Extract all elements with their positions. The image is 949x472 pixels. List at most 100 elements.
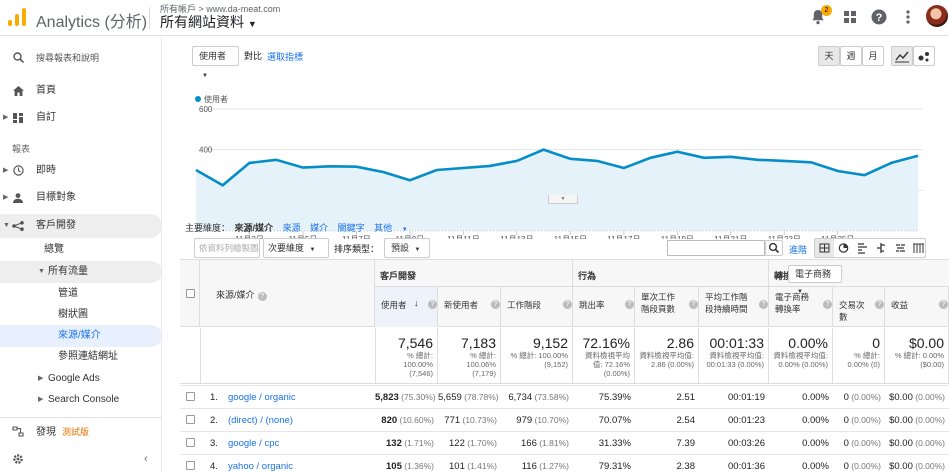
help-icon: ? (491, 300, 500, 309)
row-source-link[interactable]: google / cpc (228, 438, 279, 449)
table-row: 3. google / cpc 132 (1.71%) 122 (1.70%) 166 … (180, 431, 949, 454)
advanced-filter-link[interactable]: 進階 (789, 243, 807, 256)
row-checkbox[interactable] (186, 415, 195, 424)
pie-view-icon[interactable] (834, 239, 853, 257)
metric-header-cell[interactable]: 收益? (885, 287, 949, 327)
metric-percent: (78.78%) (461, 392, 499, 402)
metric-value: 2.54 (676, 415, 696, 426)
select-all-checkbox[interactable] (186, 289, 195, 298)
group-behavior (573, 259, 769, 287)
sidebar-item-google-ads[interactable]: ▶ Google Ads (0, 368, 162, 390)
sidebar-item-label: 所有流量 (48, 266, 88, 277)
metric-header-cell[interactable]: 交易次數? (833, 287, 885, 327)
legend-label: 使用者 (204, 94, 228, 104)
row-checkbox[interactable] (186, 461, 195, 470)
motion-chart-button[interactable] (913, 46, 935, 66)
help-icon: ? (759, 300, 768, 309)
metric-cell: $0.00 (0.00%) (885, 392, 945, 403)
metric-header-cell[interactable]: 工作階段? (501, 287, 573, 327)
table-search-input[interactable] (667, 240, 765, 256)
metric-header-cell[interactable]: 電子商務轉換率? (769, 287, 833, 327)
metric-header-cell[interactable]: 新使用者? (438, 287, 501, 327)
help-icon[interactable]: ? (869, 7, 889, 27)
gear-icon[interactable] (11, 448, 25, 472)
row-source-link[interactable]: google / organic (228, 392, 296, 403)
pivot-view-icon[interactable] (910, 239, 927, 257)
sidebar-item-custom[interactable]: ▶ 自訂 (0, 107, 162, 129)
sidebar-item-audience[interactable]: ▶ 目標對象 (0, 187, 162, 209)
dim-option-medium[interactable]: 媒介 (310, 223, 328, 233)
group-behavior-label: 行為 (578, 271, 597, 281)
metric-cell: 0.00% (769, 438, 829, 449)
total-value: $0.00 (908, 335, 944, 351)
more-vert-icon[interactable] (898, 7, 918, 27)
metric-select[interactable]: 使用者 ▼ (192, 46, 239, 79)
sidebar-item-treemaps[interactable]: 樹狀圖 (0, 304, 162, 326)
reports-section-label: 報表 (12, 144, 31, 154)
sidebar-item-referrals[interactable]: 參照連結網址 (0, 346, 162, 368)
sidebar-item-source-medium[interactable]: 來源/媒介 (0, 325, 162, 347)
apps-grid-icon[interactable] (840, 7, 860, 27)
row-checkbox[interactable] (186, 438, 195, 447)
chart-layer: 60040020011月3日11月5日11月7日11月9日11月11日11月13… (195, 94, 923, 239)
row-source-link[interactable]: yahoo / organic (228, 461, 293, 472)
sidebar-item-discover[interactable]: 發現 測試版 (0, 421, 162, 443)
select-metric-link[interactable]: 選取指標 (267, 50, 303, 63)
table-search-button[interactable] (765, 240, 783, 256)
dim-option-source[interactable]: 來源 (283, 223, 301, 233)
sidebar-search[interactable]: 搜尋報表和說明 (0, 47, 162, 69)
metric-value: 0.00% (802, 392, 829, 403)
sidebar-item-all-traffic[interactable]: ▼ 所有流量 (0, 261, 162, 283)
collapse-sidebar-icon[interactable]: ‹ (144, 448, 148, 470)
table-row: 4. yahoo / organic 105 (1.36%) 101 (1.41%) 1… (180, 454, 949, 472)
primary-dimension-bar: 主要維度： 來源/媒介 來源 媒介 關鍵字 其他 ▼ (185, 221, 422, 234)
help-icon: ? (875, 300, 884, 309)
total-value: 7,546 (397, 335, 433, 351)
sidebar-item-label: 來源/媒介 (58, 330, 101, 341)
view-selector[interactable]: 所有網站資料 ▼ (160, 12, 257, 32)
sidebar-item-search-console[interactable]: ▶ Search Console (0, 389, 162, 411)
secondary-dimension-select[interactable]: 次要維度 ▼ (263, 238, 329, 258)
sidebar-item-label: Google Ads (48, 373, 100, 384)
avatar[interactable] (926, 5, 948, 27)
comparison-view-icon[interactable] (872, 239, 891, 257)
total-sub: % 總計: 0.00% ($0.00) (894, 351, 944, 369)
sidebar-item-realtime[interactable]: ▶ 即時 (0, 160, 162, 182)
dim-option-other[interactable]: 其他 ▼ (374, 223, 414, 233)
metric-value: 00:01:19 (728, 392, 765, 403)
month-button[interactable]: 月 (862, 46, 884, 66)
metric-header-cell[interactable]: 單次工作階段頁數? (635, 287, 699, 327)
row-checkbox[interactable] (186, 392, 195, 401)
conversion-goal-select[interactable]: 電子商務 ▼ (788, 265, 842, 295)
sidebar-item-acquisition[interactable]: ▼ 客戶開發 (0, 214, 162, 238)
person-icon (11, 187, 25, 211)
help-icon: ? (428, 300, 437, 309)
y-tick-label: 600 (199, 105, 213, 114)
metric-value: 00:03:26 (728, 438, 765, 449)
metric-header-cell[interactable]: 平均工作階段持續時間? (699, 287, 769, 327)
data-table-view-icon[interactable] (815, 239, 834, 257)
total-sub: 資料檢視平均值: 2.86 (0.00%) (639, 351, 694, 369)
plot-rows-button[interactable]: 依資料列繪製圖表 (194, 238, 260, 258)
week-button[interactable]: 週 (840, 46, 862, 66)
dim-header[interactable]: 來源/媒介? (216, 288, 267, 301)
day-button[interactable]: 天 (818, 46, 840, 66)
sort-type-select[interactable]: 預設 ▼ (384, 238, 430, 258)
chart-expand-handle[interactable]: ▼ (548, 195, 578, 204)
term-cloud-view-icon[interactable] (891, 239, 910, 257)
sidebar-item-overview[interactable]: 總覽 (0, 239, 162, 261)
metric-cell: 0 (0.00%) (833, 438, 881, 449)
sidebar-item-home[interactable]: 首頁 (0, 80, 162, 102)
row-source-link[interactable]: (direct) / (none) (228, 415, 293, 426)
sidebar-item-channels[interactable]: 管道 (0, 283, 162, 305)
dim-option-keyword[interactable]: 關鍵字 (338, 223, 365, 233)
metric-percent: (1.27%) (536, 461, 569, 471)
metric-cell: 7.39 (635, 438, 696, 449)
metric-header-cell[interactable]: 跳出率? (573, 287, 635, 327)
sidebar-item-label: 總覽 (44, 244, 64, 255)
line-chart-button[interactable] (891, 46, 913, 66)
metric-header-cell[interactable]: 使用者? ↓ (375, 287, 438, 327)
metric-percent: (1.70%) (464, 438, 497, 448)
performance-view-icon[interactable] (853, 239, 872, 257)
metric-percent: (0.00%) (848, 415, 881, 425)
